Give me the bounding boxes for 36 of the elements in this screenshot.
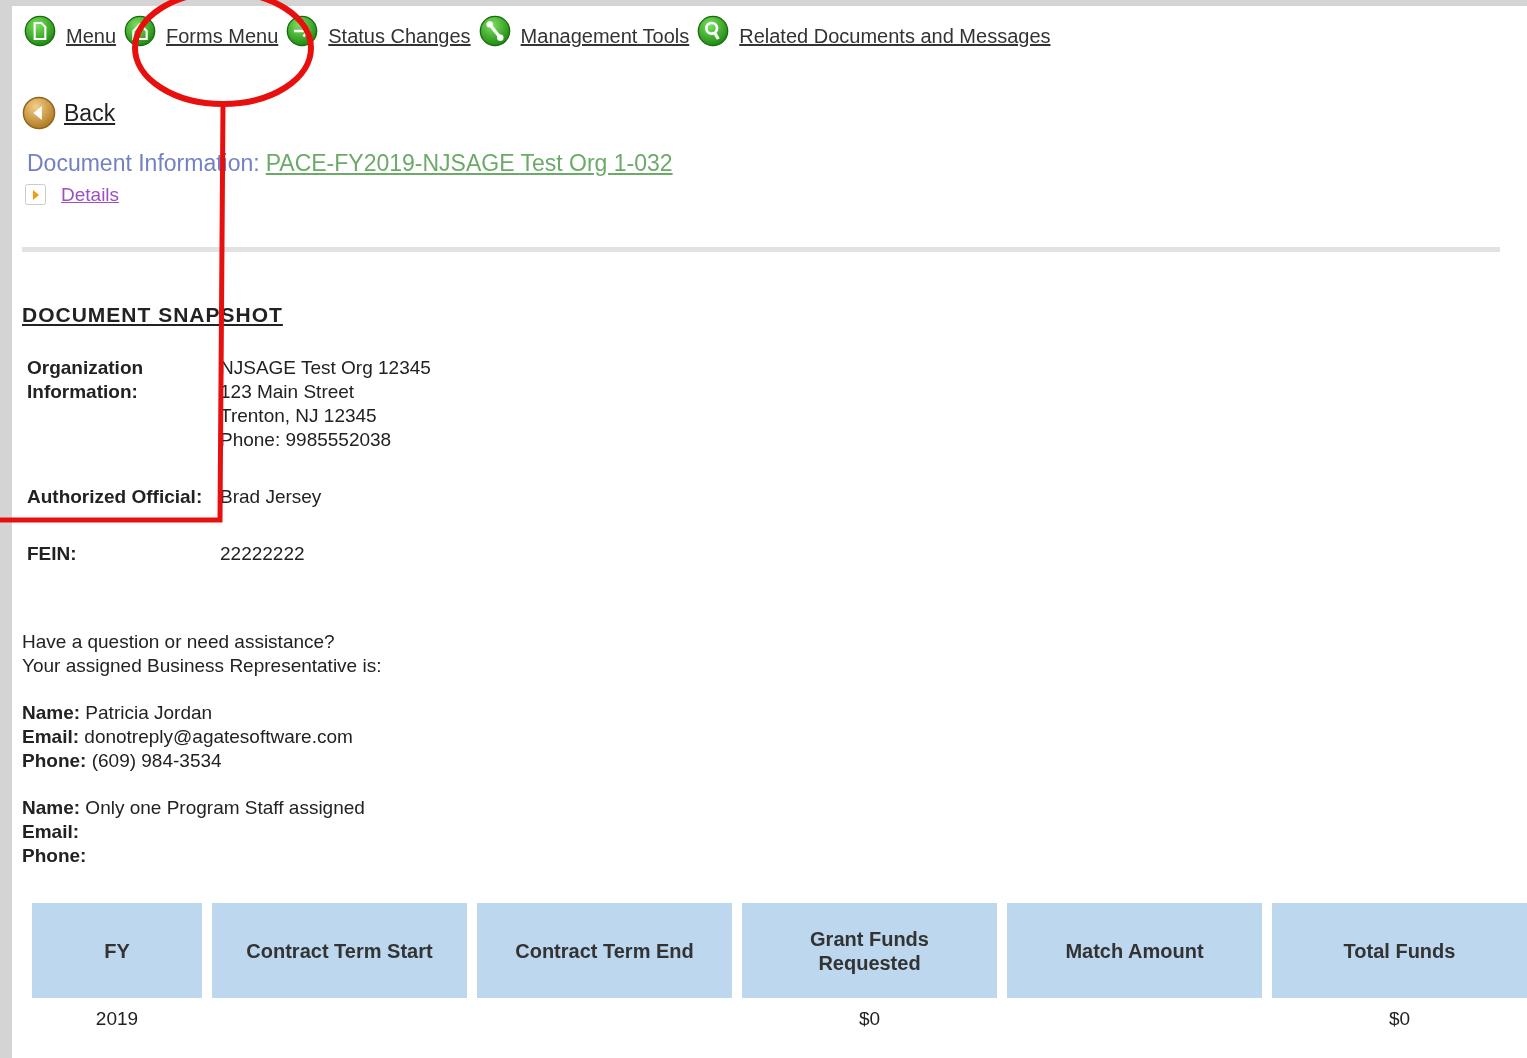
- help-text: Your assigned Business Representative is:: [22, 654, 383, 678]
- expand-icon: [24, 183, 48, 207]
- nav-link[interactable]: Management Tools: [520, 25, 690, 48]
- field-label: FEIN:: [27, 542, 78, 566]
- field-value: 22222222: [220, 542, 306, 566]
- table-cell: $0: [858, 1008, 881, 1029]
- contact-line: Name: Only one Program Staff assigned: [22, 796, 366, 820]
- field-label: Organization Information:: [27, 356, 145, 404]
- back-icon: [22, 96, 56, 130]
- nav-link[interactable]: Related Documents and Messages: [739, 25, 1051, 48]
- contact-line: Name: Patricia Jordan: [22, 701, 214, 725]
- contact-line: Email: donotreply@agatesoftware.com: [22, 725, 354, 749]
- details-link[interactable]: Details: [61, 184, 120, 206]
- document-icon: [24, 14, 56, 47]
- nav-link[interactable]: Status Changes: [328, 25, 471, 48]
- column-header: Grant Funds Requested: [742, 903, 997, 998]
- column-header: Contract Term Start: [212, 903, 467, 998]
- back-link[interactable]: Back: [64, 99, 116, 127]
- contact-line: Phone: (609) 984-3534: [22, 749, 223, 773]
- column-header: Contract Term End: [477, 903, 732, 998]
- help-text: Have a question or need assistance?: [22, 630, 336, 654]
- column-header: Total Funds: [1272, 903, 1527, 998]
- column-header: Match Amount: [1007, 903, 1262, 998]
- table-cell: 2019: [95, 1008, 139, 1029]
- table-cell: $0: [1388, 1008, 1411, 1029]
- house-icon: [124, 14, 157, 47]
- field-value: 123 Main Street: [220, 380, 356, 404]
- wrench-icon: [478, 14, 511, 47]
- contact-line: Phone:: [22, 844, 88, 868]
- field-label: Authorized Official:: [27, 485, 204, 509]
- field-value: Trenton, NJ 12345: [220, 404, 378, 428]
- nav-link[interactable]: Menu: [66, 25, 117, 48]
- nav-link[interactable]: Forms Menu: [166, 25, 279, 48]
- search-icon: [697, 14, 730, 47]
- column-header: FY: [32, 903, 202, 998]
- contact-line: Email:: [22, 820, 81, 844]
